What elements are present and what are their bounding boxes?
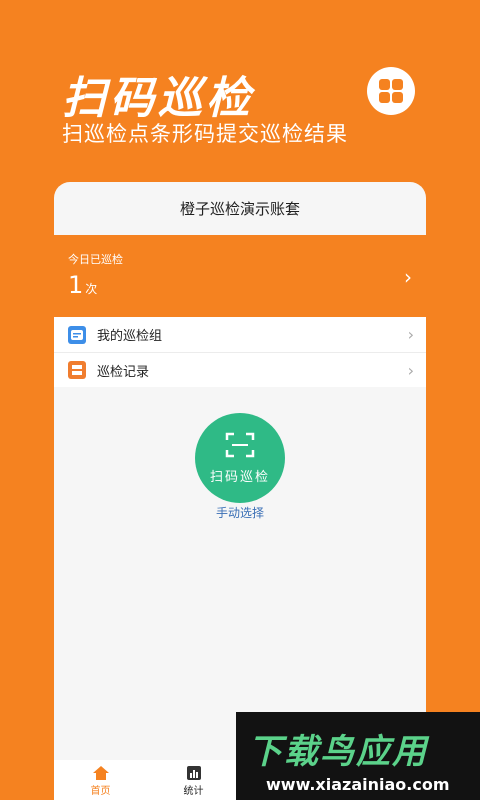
chevron-right-icon: › (407, 360, 414, 380)
main-card: 橙子巡检演示账套 今日已巡检 1次 › 我的巡检组 › 巡检记录 › 扫码巡检 (54, 182, 426, 760)
today-count: 1次 (68, 271, 97, 299)
today-count-value: 1 (68, 271, 84, 299)
hero-subtitle: 扫巡检点条形码提交巡检结果 (62, 122, 348, 146)
hero-title: 扫码巡检 (62, 73, 254, 124)
menu-list: 我的巡检组 › 巡检记录 › (54, 317, 426, 387)
menu-item-inspection-record[interactable]: 巡检记录 › (54, 352, 426, 387)
tab-label: 首页 (90, 785, 111, 797)
account-name: 橙子巡检演示账套 (179, 200, 300, 218)
manual-select-link[interactable]: 手动选择 (54, 504, 426, 521)
scan-frame-icon (225, 432, 255, 457)
tab-label: 统计 (183, 785, 204, 797)
group-icon (68, 325, 86, 344)
menu-item-label: 我的巡检组 (97, 329, 163, 344)
watermark-title: 下载鸟应用 (248, 732, 428, 772)
today-inspection-panel[interactable]: 今日已巡检 1次 › (54, 235, 426, 317)
chevron-right-icon: › (407, 325, 414, 344)
menu-item-inspection-group[interactable]: 我的巡检组 › (54, 317, 426, 352)
home-icon (92, 764, 109, 782)
apps-grid-icon[interactable] (367, 67, 415, 115)
watermark-logo: 下载鸟应用 www.xiazainiao.com (236, 712, 480, 800)
record-icon (68, 361, 86, 379)
tab-statistics[interactable]: 统计 (147, 760, 240, 800)
chevron-right-icon: › (404, 265, 412, 289)
bar-chart-icon (186, 764, 201, 782)
scan-button-label: 扫码巡检 (209, 469, 270, 485)
watermark-url: www.xiazainiao.com (266, 775, 450, 794)
today-count-unit: 次 (85, 282, 98, 296)
scan-inspect-button[interactable]: 扫码巡检 (195, 413, 285, 503)
today-label: 今日已巡检 (68, 253, 123, 266)
tab-home[interactable]: 首页 (54, 760, 147, 800)
menu-item-label: 巡检记录 (97, 364, 150, 380)
